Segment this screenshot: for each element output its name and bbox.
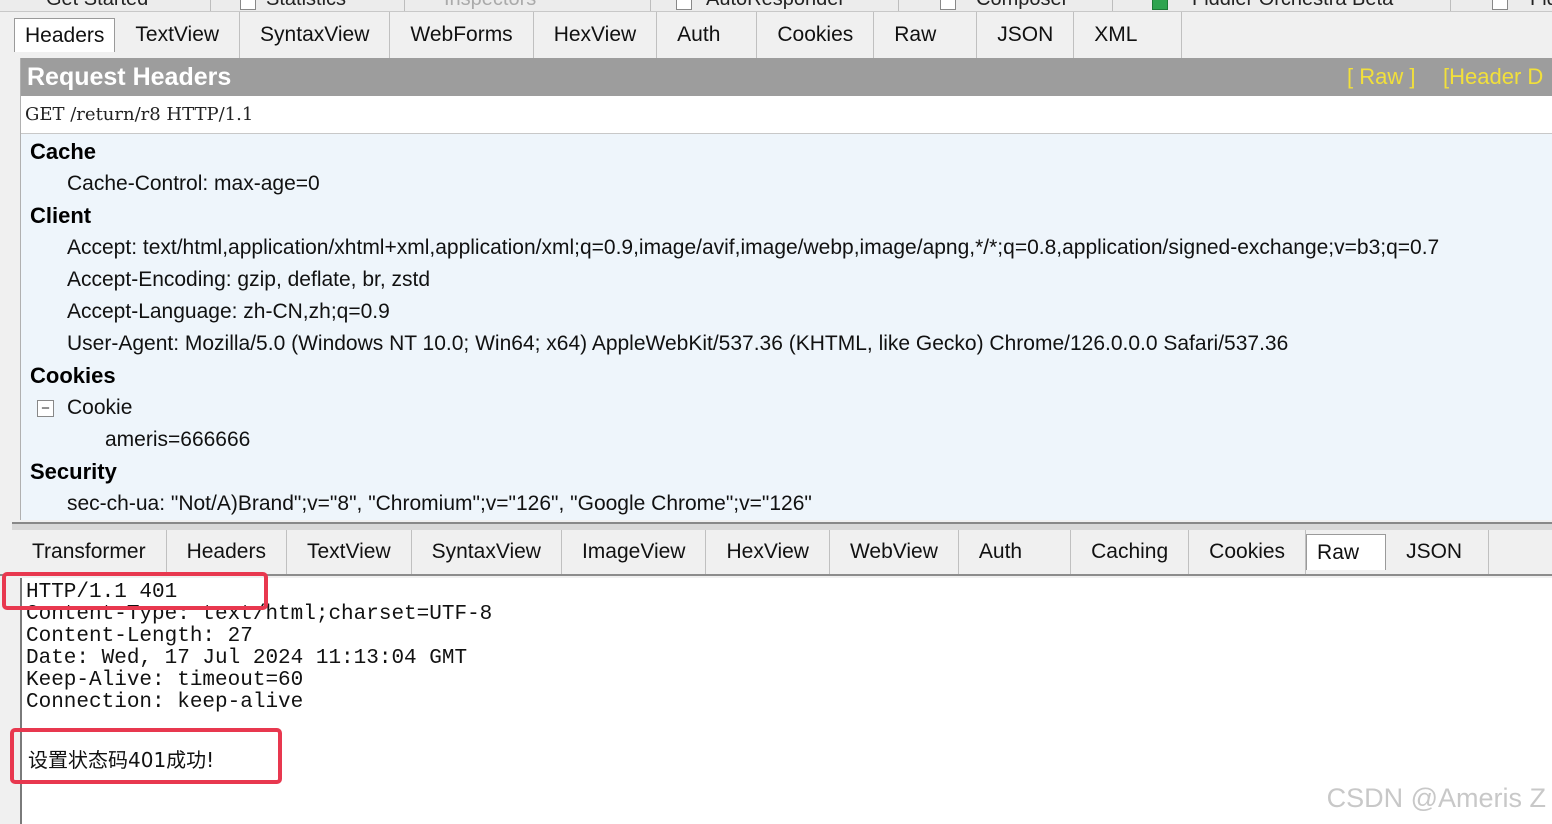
header-cache-control[interactable]: Cache-Control: max-age=0	[21, 168, 1552, 200]
cookie-node-label: Cookie	[67, 396, 133, 419]
response-header-line: Date: Wed, 17 Jul 2024 11:13:04 GMT	[26, 647, 468, 670]
response-header-line: Connection: keep-alive	[26, 691, 304, 714]
tab-statistics[interactable]: Statistics	[266, 0, 346, 11]
tab-autoresponder[interactable]: AutoResponder	[706, 0, 845, 11]
request-headers-panel: Request Headers [ Raw ] [Header D GET /r…	[20, 58, 1552, 520]
resp-tab-syntaxview[interactable]: SyntaxView	[412, 530, 562, 574]
separator	[1450, 0, 1451, 11]
separator	[898, 0, 899, 11]
req-tab-auth[interactable]: Auth	[657, 12, 758, 58]
req-tab-webforms[interactable]: WebForms	[390, 12, 534, 58]
req-tab-headers[interactable]: Headers	[14, 18, 116, 52]
panel-splitter[interactable]	[12, 522, 1552, 530]
autoresponder-icon	[676, 0, 692, 10]
req-tab-textview[interactable]: TextView	[115, 12, 241, 58]
header-user-agent[interactable]: User-Agent: Mozilla/5.0 (Windows NT 10.0…	[21, 328, 1552, 360]
resp-tab-auth[interactable]: Auth	[959, 530, 1072, 574]
req-tab-cookies[interactable]: Cookies	[757, 12, 875, 58]
group-cookies[interactable]: Cookies	[21, 360, 1552, 392]
group-client[interactable]: Client	[21, 200, 1552, 232]
cookie-node[interactable]: − Cookie	[21, 392, 1552, 424]
composer-icon	[940, 0, 956, 10]
separator	[210, 0, 211, 11]
separator	[404, 0, 405, 11]
resp-tab-transformer[interactable]: Transformer	[12, 530, 167, 574]
orchestra-icon	[1152, 0, 1168, 10]
watermark: CSDN @Ameris Z	[1326, 783, 1546, 813]
resp-tab-textview[interactable]: TextView	[287, 530, 412, 574]
statistics-icon	[240, 0, 256, 10]
req-tab-json[interactable]: JSON	[977, 12, 1075, 58]
header-definitions-link[interactable]: [Header D	[1443, 64, 1543, 90]
req-tab-hexview[interactable]: HexView	[534, 12, 658, 58]
response-header-line: Content-Length: 27	[26, 625, 253, 648]
group-security[interactable]: Security	[21, 456, 1552, 488]
status-line-highlight	[2, 572, 268, 610]
fiddlerscript-icon	[1492, 0, 1508, 10]
tab-fiddler-orchestra[interactable]: Fiddler Orchestra Beta	[1192, 0, 1393, 11]
request-inspector-tabs: Headers TextView SyntaxView WebForms Hex…	[0, 12, 1552, 58]
headers-tree: Cache Cache-Control: max-age=0 Client Ac…	[21, 134, 1552, 520]
response-header-line: Keep-Alive: timeout=60	[26, 669, 304, 692]
request-line: GET /return/r8 HTTP/1.1	[21, 96, 1552, 134]
req-tab-xml[interactable]: XML	[1074, 12, 1183, 58]
cookie-value[interactable]: ameris=666666	[21, 424, 1552, 456]
resp-tab-cookies[interactable]: Cookies	[1189, 530, 1307, 574]
resp-tab-webview[interactable]: WebView	[830, 530, 959, 574]
panel-title: Request Headers	[27, 62, 232, 91]
tab-fiddlerscript[interactable]: FiddlerScript	[1530, 0, 1552, 11]
raw-link[interactable]: [ Raw ]	[1347, 64, 1415, 90]
resp-tab-raw[interactable]: Raw	[1306, 534, 1387, 570]
resp-tab-headers[interactable]: Headers	[167, 530, 287, 574]
main-toolbar-strip: Get Started Statistics Inspectors AutoRe…	[0, 0, 1552, 12]
header-sec-ch-ua[interactable]: sec-ch-ua: "Not/A)Brand";v="8", "Chromiu…	[21, 488, 1552, 520]
req-tab-raw[interactable]: Raw	[874, 12, 978, 58]
collapse-icon[interactable]: −	[37, 399, 54, 417]
tab-composer[interactable]: Composer	[976, 0, 1068, 11]
header-accept-language[interactable]: Accept-Language: zh-CN,zh;q=0.9	[21, 296, 1552, 328]
resp-tab-caching[interactable]: Caching	[1071, 530, 1190, 574]
tab-inspectors[interactable]: Inspectors	[444, 0, 536, 11]
separator	[1112, 0, 1113, 11]
header-accept-encoding[interactable]: Accept-Encoding: gzip, deflate, br, zstd	[21, 264, 1552, 296]
group-cache[interactable]: Cache	[21, 136, 1552, 168]
header-accept[interactable]: Accept: text/html,application/xhtml+xml,…	[21, 232, 1552, 264]
response-inspector-tabs: Transformer Headers TextView SyntaxView …	[0, 530, 1552, 576]
response-raw-panel[interactable]: HTTP/1.1 401 Content-Type: text/html;cha…	[20, 578, 1552, 824]
separator	[650, 0, 651, 11]
response-body-highlight	[10, 728, 282, 784]
tab-get-started[interactable]: Get Started	[46, 0, 148, 11]
req-tab-syntaxview[interactable]: SyntaxView	[240, 12, 391, 58]
resp-tab-imageview[interactable]: ImageView	[562, 530, 707, 574]
resp-tab-hexview[interactable]: HexView	[706, 530, 830, 574]
resp-tab-json[interactable]: JSON	[1386, 530, 1490, 574]
request-headers-titlebar: Request Headers [ Raw ] [Header D	[21, 58, 1552, 96]
